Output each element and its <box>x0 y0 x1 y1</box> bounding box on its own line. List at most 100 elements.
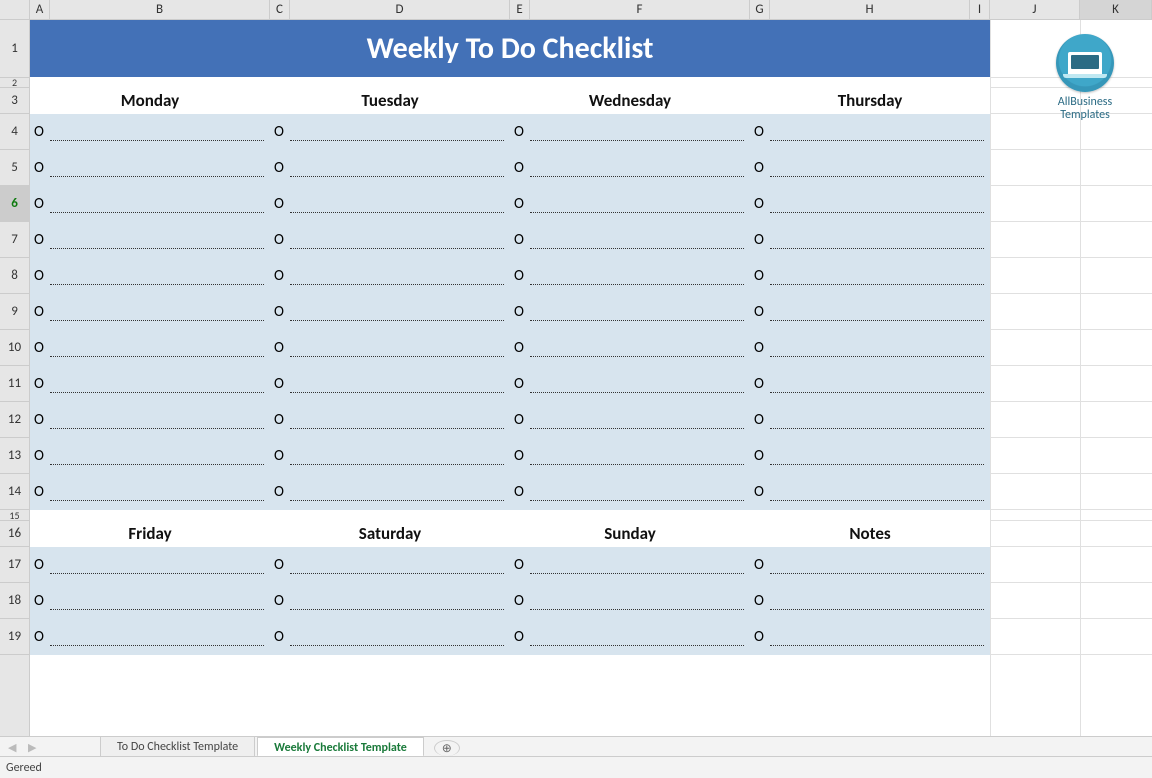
task-row[interactable]: OOOO <box>30 402 990 438</box>
task-row[interactable]: OOOO <box>30 330 990 366</box>
task-cell[interactable]: O <box>270 583 510 619</box>
task-cell[interactable]: O <box>750 114 990 150</box>
task-row[interactable]: OOOO <box>30 186 990 222</box>
task-cell[interactable]: O <box>270 619 510 655</box>
row-header-15[interactable]: 15 <box>0 510 29 521</box>
task-cell[interactable]: O <box>510 547 750 583</box>
task-cell[interactable]: O <box>750 330 990 366</box>
column-header-I[interactable]: I <box>970 0 990 19</box>
task-row[interactable]: OOOO <box>30 150 990 186</box>
row-header-14[interactable]: 14 <box>0 474 29 510</box>
task-cell[interactable]: O <box>30 474 270 510</box>
task-cell[interactable]: O <box>510 150 750 186</box>
task-cell[interactable]: O <box>30 547 270 583</box>
row-header-11[interactable]: 11 <box>0 366 29 402</box>
task-cell[interactable]: O <box>270 150 510 186</box>
task-cell[interactable]: O <box>30 366 270 402</box>
task-cell[interactable]: O <box>750 222 990 258</box>
task-cell[interactable]: O <box>270 258 510 294</box>
row-header-18[interactable]: 18 <box>0 583 29 619</box>
row-header-4[interactable]: 4 <box>0 114 29 150</box>
tab-to-do-checklist-template[interactable]: To Do Checklist Template <box>100 736 255 756</box>
task-cell[interactable]: O <box>270 186 510 222</box>
column-header-J[interactable]: J <box>990 0 1080 19</box>
task-row[interactable]: OOOO <box>30 114 990 150</box>
task-row[interactable]: OOOO <box>30 438 990 474</box>
task-cell[interactable]: O <box>750 474 990 510</box>
task-cell[interactable]: O <box>750 258 990 294</box>
tab-weekly-checklist-template[interactable]: Weekly Checklist Template <box>257 737 424 757</box>
row-header-8[interactable]: 8 <box>0 258 29 294</box>
column-header-K[interactable]: K <box>1080 0 1152 19</box>
cell-grid[interactable]: Weekly To Do Checklist AllBusiness Templ… <box>30 20 1152 736</box>
task-cell[interactable]: O <box>30 150 270 186</box>
task-cell[interactable]: O <box>750 619 990 655</box>
task-cell[interactable]: O <box>510 366 750 402</box>
task-cell[interactable]: O <box>750 366 990 402</box>
task-cell[interactable]: O <box>750 402 990 438</box>
task-cell[interactable]: O <box>30 186 270 222</box>
column-header-H[interactable]: H <box>770 0 970 19</box>
task-cell[interactable]: O <box>30 114 270 150</box>
row-header-6[interactable]: 6 <box>0 186 29 222</box>
task-cell[interactable]: O <box>510 474 750 510</box>
task-cell[interactable]: O <box>270 402 510 438</box>
column-header-E[interactable]: E <box>510 0 530 19</box>
task-cell[interactable]: O <box>510 114 750 150</box>
task-cell[interactable]: O <box>510 438 750 474</box>
task-cell[interactable]: O <box>750 294 990 330</box>
task-row[interactable]: OOOO <box>30 222 990 258</box>
task-cell[interactable]: O <box>270 330 510 366</box>
row-header-16[interactable]: 16 <box>0 521 29 547</box>
task-cell[interactable]: O <box>30 294 270 330</box>
task-cell[interactable]: O <box>510 583 750 619</box>
task-cell[interactable]: O <box>510 330 750 366</box>
task-cell[interactable]: O <box>270 294 510 330</box>
task-row[interactable]: OOOO <box>30 583 990 619</box>
task-cell[interactable]: O <box>270 474 510 510</box>
row-header-5[interactable]: 5 <box>0 150 29 186</box>
column-header-C[interactable]: C <box>270 0 290 19</box>
column-header-D[interactable]: D <box>290 0 510 19</box>
task-cell[interactable]: O <box>270 222 510 258</box>
task-cell[interactable]: O <box>270 366 510 402</box>
task-cell[interactable]: O <box>30 583 270 619</box>
task-cell[interactable]: O <box>30 619 270 655</box>
row-header-7[interactable]: 7 <box>0 222 29 258</box>
task-cell[interactable]: O <box>30 438 270 474</box>
row-header-3[interactable]: 3 <box>0 88 29 114</box>
task-cell[interactable]: O <box>30 258 270 294</box>
select-all-corner[interactable] <box>0 0 30 19</box>
task-cell[interactable]: O <box>510 402 750 438</box>
task-cell[interactable]: O <box>750 150 990 186</box>
task-cell[interactable]: O <box>510 222 750 258</box>
task-cell[interactable]: O <box>750 547 990 583</box>
tab-nav-next-icon[interactable]: ▶ <box>28 741 36 754</box>
task-row[interactable]: OOOO <box>30 294 990 330</box>
task-cell[interactable]: O <box>270 547 510 583</box>
task-block-top[interactable]: OOOOOOOOOOOOOOOOOOOOOOOOOOOOOOOOOOOOOOOO… <box>30 114 990 510</box>
task-cell[interactable]: O <box>750 186 990 222</box>
row-header-1[interactable]: 1 <box>0 20 29 78</box>
task-cell[interactable]: O <box>270 114 510 150</box>
column-header-G[interactable]: G <box>750 0 770 19</box>
new-sheet-button[interactable]: ⊕ <box>434 740 460 756</box>
task-cell[interactable]: O <box>30 330 270 366</box>
row-header-2[interactable]: 2 <box>0 78 29 88</box>
task-cell[interactable]: O <box>30 402 270 438</box>
task-block-bottom[interactable]: OOOOOOOOOOOO <box>30 547 990 655</box>
row-header-10[interactable]: 10 <box>0 330 29 366</box>
row-header-19[interactable]: 19 <box>0 619 29 655</box>
task-cell[interactable]: O <box>750 438 990 474</box>
task-row[interactable]: OOOO <box>30 366 990 402</box>
task-cell[interactable]: O <box>510 294 750 330</box>
task-cell[interactable]: O <box>510 258 750 294</box>
column-header-A[interactable]: A <box>30 0 50 19</box>
task-row[interactable]: OOOO <box>30 619 990 655</box>
task-row[interactable]: OOOO <box>30 258 990 294</box>
tab-nav-prev-icon[interactable]: ◀ <box>8 741 16 754</box>
row-header-17[interactable]: 17 <box>0 547 29 583</box>
task-row[interactable]: OOOO <box>30 474 990 510</box>
task-cell[interactable]: O <box>30 222 270 258</box>
task-cell[interactable]: O <box>510 619 750 655</box>
